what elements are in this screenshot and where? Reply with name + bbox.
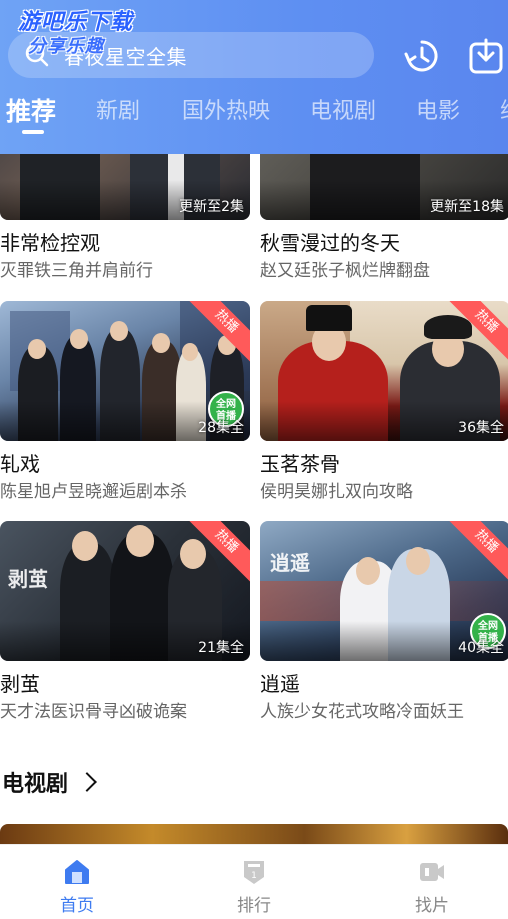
video-title[interactable]: 玉茗茶骨	[260, 451, 508, 477]
video-poster[interactable]: 更新至18集	[260, 154, 508, 220]
tab-movie[interactable]: 电影	[416, 92, 460, 132]
tab-variety[interactable]: 综	[500, 92, 508, 132]
history-icon	[404, 40, 438, 72]
video-poster[interactable]: 剥茧 热播 21集全	[0, 521, 250, 661]
nav-find-video[interactable]: 找片	[372, 845, 492, 916]
video-card[interactable]: 全网 首播 热播 28集全 轧戏 陈星旭卢昱晓邂逅剧本杀	[0, 301, 250, 503]
video-poster[interactable]: 逍遥 全网 首播 热播 40集全	[260, 521, 508, 661]
tv-section-banner[interactable]	[0, 824, 508, 844]
video-card[interactable]: 更新至18集 秋雪漫过的冬天 赵又廷张子枫烂牌翻盘	[260, 154, 508, 282]
app-root: 游吧乐下载 分享乐趣 春夜星空全集 推荐 新剧 国外热映 电视剧 电影 更新至2…	[0, 0, 508, 919]
tab-tv-series[interactable]: 电视剧	[310, 92, 376, 132]
nav-home[interactable]: 首页	[17, 845, 137, 916]
video-poster[interactable]: 全网 首播 热播 28集全	[0, 301, 250, 441]
download-icon	[469, 38, 503, 74]
history-button[interactable]	[402, 36, 442, 76]
video-title[interactable]: 轧戏	[0, 451, 250, 477]
video-subtitle: 人族少女花式攻略冷面妖王	[260, 702, 464, 722]
watermark-sub: 分享乐趣	[28, 36, 104, 57]
find-video-icon	[417, 857, 447, 887]
ranking-icon: 1	[239, 857, 269, 887]
video-card[interactable]: 剥茧 热播 21集全 剥茧 天才法医识骨寻凶破诡案	[0, 521, 250, 723]
video-subtitle: 灭罪铁三角并肩前行	[0, 261, 153, 281]
nav-label: 找片	[415, 896, 449, 916]
video-card[interactable]: 逍遥 全网 首播 热播 40集全 逍遥 人族少女花式攻略冷面妖王	[260, 521, 508, 723]
chevron-right-icon	[77, 772, 97, 792]
video-poster[interactable]: 更新至2集	[0, 154, 250, 220]
video-title[interactable]: 剥茧	[0, 671, 250, 697]
tab-new-drama[interactable]: 新剧	[96, 92, 140, 132]
episode-count: 更新至18集	[430, 199, 504, 215]
bottom-navigation: 首页 1 排行 找片	[0, 844, 508, 919]
video-subtitle: 天才法医识骨寻凶破诡案	[0, 702, 187, 722]
poster-title-art: 剥茧	[8, 567, 48, 591]
download-button[interactable]	[466, 36, 506, 76]
video-title[interactable]: 秋雪漫过的冬天	[260, 230, 508, 256]
video-subtitle: 陈星旭卢昱晓邂逅剧本杀	[0, 482, 187, 502]
video-title[interactable]: 非常检控观	[0, 230, 250, 256]
tab-indicator	[22, 130, 44, 134]
section-header-tv[interactable]: 电视剧	[2, 766, 97, 798]
episode-count: 40集全	[458, 640, 504, 656]
svg-text:1: 1	[251, 871, 257, 881]
nav-label: 首页	[60, 896, 94, 916]
episode-count: 21集全	[198, 640, 244, 656]
video-card[interactable]: 热播 36集全 玉茗茶骨 侯明昊娜扎双向攻略	[260, 301, 508, 503]
video-poster[interactable]: 热播 36集全	[260, 301, 508, 441]
recommend-feed: 更新至2集 非常检控观 灭罪铁三角并肩前行 更新至18集 秋雪漫过的冬天 赵又廷…	[0, 154, 508, 844]
nav-label: 排行	[237, 896, 271, 916]
episode-count: 36集全	[458, 420, 504, 436]
video-subtitle: 侯明昊娜扎双向攻略	[260, 482, 413, 502]
top-header: 游吧乐下载 分享乐趣 春夜星空全集 推荐 新剧 国外热映 电视剧 电影	[0, 0, 508, 154]
tab-foreign-hits[interactable]: 国外热映	[182, 92, 270, 132]
poster-title-art: 逍遥	[270, 551, 310, 575]
section-title: 电视剧	[2, 772, 69, 797]
video-card[interactable]: 更新至2集 非常检控观 灭罪铁三角并肩前行	[0, 154, 250, 282]
hot-badge: 热播	[442, 521, 508, 586]
episode-count: 28集全	[198, 420, 244, 436]
watermark: 游吧乐下载 分享乐趣	[18, 8, 133, 62]
video-title[interactable]: 逍遥	[260, 671, 508, 697]
home-icon	[62, 857, 92, 887]
nav-ranking[interactable]: 1 排行	[194, 845, 314, 916]
tab-recommend[interactable]: 推荐	[6, 92, 56, 132]
episode-count: 更新至2集	[179, 199, 244, 215]
video-subtitle: 赵又廷张子枫烂牌翻盘	[260, 261, 430, 281]
category-tabs: 推荐 新剧 国外热映 电视剧 电影 综	[0, 92, 508, 140]
